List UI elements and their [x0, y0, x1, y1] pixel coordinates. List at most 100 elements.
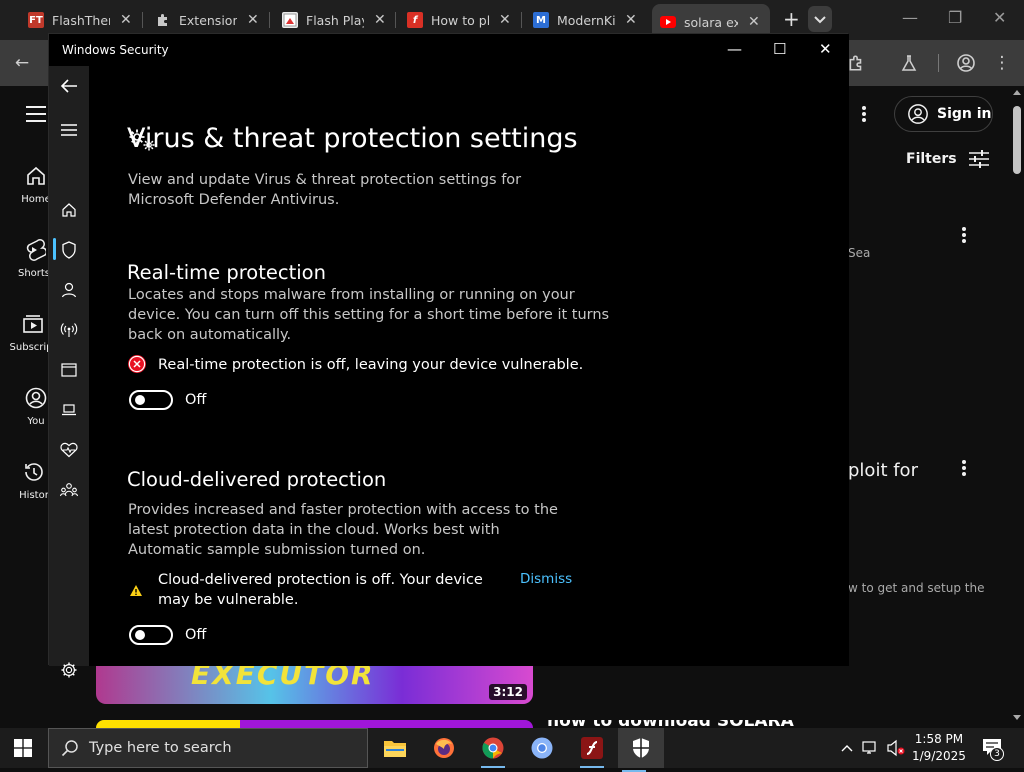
puzzle-icon [155, 12, 171, 28]
shorts-icon [22, 238, 48, 262]
warning-triangle-icon [129, 582, 143, 601]
yt-nav-label: Home [21, 194, 51, 205]
tab-close-icon[interactable]: ✕ [625, 12, 637, 28]
tab-separator [269, 12, 270, 28]
scroll-up-arrow-icon[interactable] [1013, 90, 1021, 95]
browser-tab[interactable]: Flash Playe ✕ [282, 6, 386, 34]
youtube-icon [660, 14, 676, 30]
video-thumbnail[interactable]: EXECUTOR 3:12 [96, 664, 533, 704]
tab-close-icon[interactable]: ✕ [499, 12, 511, 28]
toggle-knob [135, 630, 145, 640]
profile-icon[interactable] [954, 51, 978, 75]
page-intro-text: View and update Virus & threat protectio… [128, 172, 522, 208]
tab-close-icon[interactable]: ✕ [247, 12, 259, 28]
video-duration: 3:12 [489, 684, 527, 700]
cloud-toggle-state: Off [185, 627, 207, 643]
hamburger-menu-icon[interactable] [26, 106, 46, 122]
system-clock[interactable]: 1:58 PM 1/9/2025 [912, 731, 966, 765]
browser-tab[interactable]: f How to pl ✕ [407, 6, 511, 34]
cloud-protection-toggle[interactable] [129, 625, 173, 645]
close-icon[interactable]: ✕ [993, 8, 1006, 27]
shield-icon[interactable] [59, 240, 79, 260]
history-icon [22, 460, 46, 484]
page-scrollbar[interactable] [1010, 86, 1024, 728]
home-icon [24, 164, 48, 188]
hamburger-menu-icon[interactable] [59, 120, 79, 140]
kebab-dots [962, 460, 966, 476]
yt-nav-label: Histor [19, 490, 49, 501]
app-browser-control-icon[interactable] [59, 360, 79, 380]
ws-minimize-icon[interactable]: — [727, 40, 742, 58]
browser-tab[interactable]: Extensions ✕ [155, 6, 259, 34]
device-security-icon[interactable] [59, 400, 79, 420]
page-title: Virus & threat protection settings [127, 123, 578, 154]
flash-player-app-icon[interactable] [576, 732, 608, 768]
network-icon[interactable] [862, 740, 880, 760]
ws-title-bar[interactable]: Windows Security — ☐ ✕ [49, 34, 849, 66]
sign-in-label: Sign in [937, 106, 992, 122]
labs-flask-icon[interactable] [897, 51, 921, 75]
video-description-snippet: w to get and setup the [848, 581, 985, 595]
filters-sliders-icon [969, 150, 990, 168]
device-health-heart-icon[interactable] [59, 440, 79, 460]
tab-separator [521, 12, 522, 28]
notification-badge: 3 [990, 747, 1004, 761]
kebab-dots [862, 106, 866, 122]
ws-close-icon[interactable]: ✕ [819, 40, 832, 58]
next-video-title: how to download SOLARA executor [547, 720, 837, 728]
ws-settings-content: Virus & threat protection settings View … [89, 66, 849, 666]
home-icon[interactable] [59, 200, 79, 220]
realtime-protection-toggle[interactable] [129, 390, 173, 410]
dismiss-link[interactable]: Dismiss [520, 571, 572, 587]
file-explorer-icon[interactable] [379, 732, 411, 764]
back-arrow-icon[interactable] [59, 76, 79, 96]
minimize-icon[interactable]: — [902, 8, 918, 27]
start-windows-icon[interactable] [14, 739, 32, 761]
chromium-icon[interactable] [526, 732, 558, 764]
tab-close-icon[interactable]: ✕ [374, 12, 386, 28]
scroll-down-arrow-icon[interactable] [1013, 715, 1021, 720]
realtime-toggle-state: Off [185, 392, 207, 408]
back-arrow-icon[interactable]: ← [10, 51, 34, 75]
new-tab-icon[interactable]: + [783, 7, 800, 31]
search-icon [61, 740, 78, 757]
next-video-thumbnail[interactable] [96, 720, 533, 728]
firefox-icon[interactable] [428, 732, 460, 764]
account-icon [908, 104, 928, 124]
family-options-icon[interactable] [59, 480, 79, 500]
chrome-icon[interactable] [477, 732, 509, 768]
browser-tab[interactable]: M ModernKi ✕ [533, 6, 637, 34]
tab-close-icon[interactable]: ✕ [120, 12, 132, 28]
cloud-protection-heading: Cloud-delivered protection [127, 468, 387, 491]
action-center-icon[interactable]: 3 [982, 738, 1004, 761]
volume-muted-icon[interactable] [886, 739, 906, 761]
search-placeholder: Type here to search [89, 740, 232, 756]
windows-security-taskbar-icon[interactable] [618, 728, 664, 772]
you-icon [24, 386, 48, 410]
realtime-protection-heading: Real-time protection [127, 261, 326, 284]
restore-icon[interactable]: ❐ [948, 8, 962, 27]
video-title-snippet[interactable]: ploit for [848, 460, 918, 481]
account-protection-icon[interactable] [59, 280, 79, 300]
more-menu-icon[interactable]: ⋮ [990, 51, 1014, 75]
browser-tab[interactable]: FT FlashThem ✕ [28, 6, 132, 34]
filters-label: Filters [906, 151, 957, 167]
tab-title: How to pl [431, 12, 489, 28]
yt-nav-label: You [27, 416, 45, 427]
filters-button[interactable]: Filters [906, 150, 990, 168]
tab-close-icon[interactable]: ✕ [748, 14, 760, 30]
chevron-up-icon[interactable] [840, 740, 854, 759]
flashthemes-icon: FT [28, 12, 44, 28]
firewall-network-icon[interactable] [59, 320, 79, 340]
ws-nav-rail [49, 66, 89, 678]
scrollbar-thumb[interactable] [1013, 106, 1021, 174]
error-x-icon [128, 355, 146, 373]
settings-gear-icon[interactable] [59, 660, 79, 680]
sign-in-button[interactable]: Sign in [894, 96, 993, 132]
cloud-protection-description: Provides increased and faster protection… [128, 502, 558, 558]
ws-maximize-icon[interactable]: ☐ [773, 40, 786, 58]
taskbar-search-box[interactable]: Type here to search [48, 728, 368, 768]
tab-search-button[interactable] [808, 6, 832, 32]
kebab-dots [962, 227, 966, 243]
settings-kebab-icon[interactable] [862, 106, 870, 122]
